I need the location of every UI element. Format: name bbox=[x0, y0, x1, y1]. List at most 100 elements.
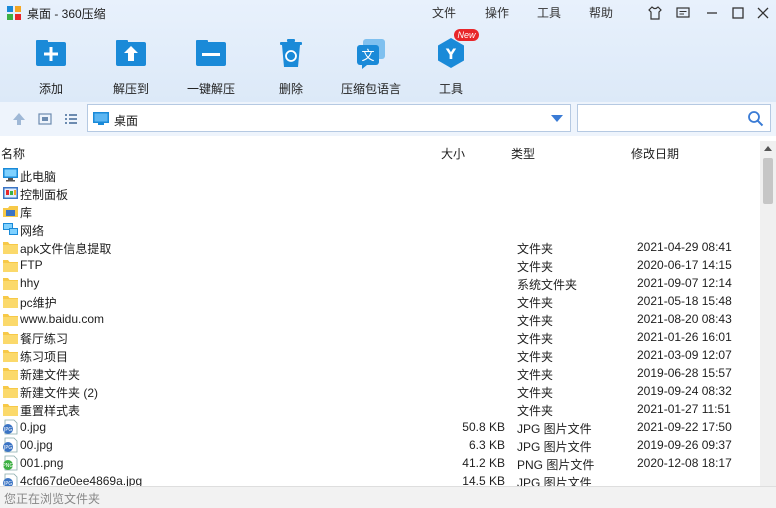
file-name: 此电脑 bbox=[20, 170, 57, 184]
close-button[interactable] bbox=[754, 4, 772, 22]
file-size: 50.8 KB bbox=[462, 420, 505, 434]
file-row[interactable]: 网络 bbox=[0, 220, 760, 238]
column-name[interactable]: 名称 bbox=[1, 145, 25, 162]
path-dropdown-icon[interactable] bbox=[551, 115, 563, 122]
file-row[interactable]: hhy 系统文件夹 2021-09-07 12:14 bbox=[0, 274, 760, 292]
file-type: JPG 图片文件 bbox=[517, 440, 592, 454]
message-icon bbox=[676, 7, 690, 18]
png-file-icon: PNG bbox=[3, 455, 18, 471]
list-view-icon[interactable] bbox=[64, 112, 78, 126]
file-row[interactable]: apk文件信息提取 文件夹 2021-04-29 08:41 bbox=[0, 238, 760, 256]
computer-icon bbox=[3, 168, 18, 182]
file-name: 001.png bbox=[20, 456, 64, 470]
file-row[interactable]: 重置样式表 文件夹 2021-01-27 11:51 bbox=[0, 400, 760, 418]
file-row[interactable]: pc维护 文件夹 2021-05-18 15:48 bbox=[0, 292, 760, 310]
svg-text:Y: Y bbox=[445, 47, 457, 63]
file-type: 文件夹 bbox=[517, 314, 554, 328]
jpg-file-icon: JPG bbox=[3, 419, 18, 435]
one-click-extract-button[interactable]: 一键解压 bbox=[171, 36, 251, 97]
file-type: 文件夹 bbox=[517, 296, 554, 310]
menu-file[interactable]: 文件 bbox=[432, 4, 456, 21]
menu-help[interactable]: 帮助 bbox=[589, 4, 613, 21]
minimize-icon bbox=[707, 12, 717, 14]
maximize-button[interactable] bbox=[729, 4, 747, 22]
delete-button[interactable]: 删除 bbox=[251, 36, 331, 97]
file-row[interactable]: JPG 00.jpg 6.3 KB JPG 图片文件 2019-09-26 09:37 bbox=[0, 436, 760, 454]
add-button[interactable]: 添加 bbox=[11, 36, 91, 97]
archive-language-button[interactable]: 文 压缩包语言 bbox=[331, 36, 411, 97]
top-toolbar-area: 桌面 - 360压缩 文件 操作 工具 帮助 添加 解压到 一键解压 删除 文 … bbox=[0, 0, 776, 102]
file-row[interactable]: 此电脑 bbox=[0, 166, 760, 184]
file-name: 餐厅练习 bbox=[20, 332, 69, 346]
file-modified: 2021-05-18 15:48 bbox=[637, 294, 732, 308]
file-name: 4cfd67de0ee4869a.jpg bbox=[20, 474, 143, 486]
menu-tools[interactable]: 工具 bbox=[537, 4, 561, 21]
column-type[interactable]: 类型 bbox=[511, 145, 535, 162]
file-name: pc维护 bbox=[20, 296, 57, 310]
close-icon bbox=[757, 7, 769, 19]
folder-icon bbox=[3, 386, 18, 398]
file-name: 00.jpg bbox=[20, 438, 53, 452]
up-arrow-icon[interactable] bbox=[12, 112, 26, 126]
extract-to-button[interactable]: 解压到 bbox=[91, 36, 171, 97]
menu-operation[interactable]: 操作 bbox=[485, 4, 509, 21]
tools-button[interactable]: Y 工具 bbox=[411, 36, 491, 97]
file-row[interactable]: JPG 4cfd67de0ee4869a.jpg 14.5 KB JPG 图片文件 bbox=[0, 472, 760, 486]
folder-icon bbox=[3, 368, 18, 380]
search-box[interactable] bbox=[577, 104, 771, 132]
folder-icon bbox=[3, 404, 18, 416]
app-logo-icon bbox=[7, 6, 21, 20]
file-row[interactable]: 练习项目 文件夹 2021-03-09 12:07 bbox=[0, 346, 760, 364]
file-name: 练习项目 bbox=[20, 350, 69, 364]
window-title: 桌面 - 360压缩 bbox=[27, 7, 106, 21]
desktop-icon bbox=[93, 112, 109, 125]
file-name: 新建文件夹 bbox=[20, 368, 81, 382]
feedback-button[interactable] bbox=[674, 4, 692, 22]
search-input[interactable] bbox=[582, 109, 742, 127]
file-row[interactable]: FTP 文件夹 2020-06-17 14:15 bbox=[0, 256, 760, 274]
file-row[interactable]: PNG 001.png 41.2 KB PNG 图片文件 2020-12-08 18:1… bbox=[0, 454, 760, 472]
file-modified: 2021-03-09 12:07 bbox=[637, 348, 732, 362]
tools-label: 工具 bbox=[438, 82, 463, 96]
file-name: 0.jpg bbox=[20, 420, 47, 434]
search-icon[interactable] bbox=[747, 110, 764, 127]
folder-icon bbox=[3, 242, 18, 254]
add-archive-icon bbox=[36, 40, 66, 66]
skin-button[interactable] bbox=[646, 4, 664, 22]
add-label: 添加 bbox=[38, 82, 63, 96]
folder-icon bbox=[3, 296, 18, 308]
file-modified: 2021-09-07 12:14 bbox=[637, 276, 732, 290]
file-row[interactable]: 新建文件夹 (2) 文件夹 2019-09-24 08:32 bbox=[0, 382, 760, 400]
file-row[interactable]: 新建文件夹 文件夹 2019-06-28 15:57 bbox=[0, 364, 760, 382]
file-name: hhy bbox=[20, 276, 40, 290]
file-row[interactable]: 控制面板 bbox=[0, 184, 760, 202]
title-bar: 桌面 - 360压缩 文件 操作 工具 帮助 bbox=[0, 0, 776, 26]
extract-to-icon bbox=[116, 40, 146, 66]
scrollbar-thumb[interactable] bbox=[763, 158, 773, 204]
folder-icon bbox=[3, 332, 18, 344]
file-row[interactable]: www.baidu.com 文件夹 2021-08-20 08:43 bbox=[0, 310, 760, 328]
file-type: PNG 图片文件 bbox=[517, 458, 595, 472]
file-name: FTP bbox=[20, 258, 43, 272]
file-row[interactable]: 餐厅练习 文件夹 2021-01-26 16:01 bbox=[0, 328, 760, 346]
file-type: JPG 图片文件 bbox=[517, 476, 592, 486]
file-modified: 2019-06-28 15:57 bbox=[637, 366, 732, 380]
column-modified[interactable]: 修改日期 bbox=[631, 145, 679, 162]
tools-icon: Y bbox=[438, 38, 464, 68]
current-path: 桌面 bbox=[114, 114, 139, 128]
file-name: 网络 bbox=[20, 224, 45, 238]
vertical-scrollbar[interactable] bbox=[760, 141, 776, 486]
maximize-icon bbox=[732, 7, 744, 19]
file-row[interactable]: 库 bbox=[0, 202, 760, 220]
column-size[interactable]: 大小 bbox=[441, 145, 465, 162]
file-modified: 2021-01-26 16:01 bbox=[637, 330, 732, 344]
file-list: 此电脑 控制面板库网络 apk文件信息提取 文件夹 2021-04-29 08:41 FT… bbox=[0, 166, 760, 486]
address-bar[interactable]: 桌面 bbox=[87, 104, 571, 132]
file-modified: 2021-01-27 11:51 bbox=[637, 402, 731, 416]
thumbnail-view-icon[interactable] bbox=[38, 112, 52, 126]
scroll-up-arrow-icon[interactable] bbox=[764, 146, 772, 151]
file-row[interactable]: JPG 0.jpg 50.8 KB JPG 图片文件 2021-09-22 17:50 bbox=[0, 418, 760, 436]
minimize-button[interactable] bbox=[703, 4, 721, 22]
file-type: 文件夹 bbox=[517, 350, 554, 364]
file-modified: 2020-12-08 18:17 bbox=[637, 456, 732, 470]
